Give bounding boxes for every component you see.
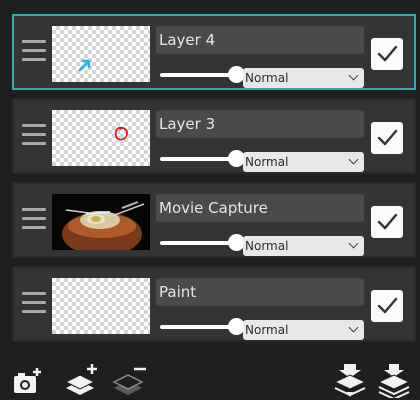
chevron-down-icon — [348, 154, 359, 165]
blend-mode-select[interactable]: Normal — [243, 68, 364, 88]
checkmark-icon — [377, 45, 398, 62]
flatten-layers-icon — [377, 364, 411, 398]
layers-panel: Layer 4 Normal Layer 3 Normal Movie Capt… — [0, 0, 420, 400]
blend-mode-value: Normal — [245, 71, 289, 85]
drag-handle-icon[interactable] — [22, 208, 46, 230]
layer-row-movie-capture[interactable]: Movie Capture Normal — [12, 182, 416, 258]
layer-list: Layer 4 Normal Layer 3 Normal Movie Capt… — [0, 0, 420, 360]
layer-name-field[interactable]: Layer 3 — [156, 110, 364, 138]
checkmark-icon — [377, 297, 398, 314]
layer-toolbar — [0, 360, 420, 400]
layer-thumbnail[interactable] — [52, 26, 150, 82]
opacity-slider[interactable] — [160, 66, 245, 84]
remove-layer-icon — [112, 367, 146, 395]
slider-track — [160, 325, 236, 329]
add-layer-button[interactable] — [64, 362, 100, 398]
layer-thumbnail[interactable] — [52, 110, 150, 166]
blend-mode-value: Normal — [245, 155, 289, 169]
add-layer-icon — [64, 364, 97, 395]
opacity-slider[interactable] — [160, 318, 245, 336]
chevron-down-icon — [348, 322, 359, 333]
camera-add-icon — [14, 368, 41, 393]
layer-thumbnail[interactable] — [52, 278, 150, 334]
blend-mode-value: Normal — [245, 323, 289, 337]
layer-thumbnail[interactable] — [52, 194, 150, 250]
opacity-slider[interactable] — [160, 234, 245, 252]
layer-row-layer-3[interactable]: Layer 3 Normal — [12, 98, 416, 174]
drag-handle-icon[interactable] — [22, 124, 46, 146]
video-frame-thumbnail — [52, 194, 150, 250]
slider-track — [160, 241, 236, 245]
merge-down-button[interactable] — [332, 362, 368, 398]
layer-name-field[interactable]: Paint — [156, 278, 364, 306]
opacity-slider[interactable] — [160, 150, 245, 168]
visibility-checkbox[interactable] — [371, 122, 403, 154]
slider-track — [160, 73, 236, 77]
merge-down-icon — [333, 364, 367, 397]
checkmark-icon — [377, 129, 398, 146]
slider-track — [160, 157, 236, 161]
remove-layer-button[interactable] — [112, 362, 148, 398]
drag-handle-icon[interactable] — [22, 40, 46, 62]
blend-mode-select[interactable]: Normal — [243, 320, 364, 340]
chevron-down-icon — [348, 70, 359, 81]
visibility-checkbox[interactable] — [371, 290, 403, 322]
visibility-checkbox[interactable] — [371, 206, 403, 238]
flatten-layers-button[interactable] — [376, 362, 412, 398]
chevron-down-icon — [348, 238, 359, 249]
visibility-checkbox[interactable] — [371, 38, 403, 70]
camera-add-button[interactable] — [10, 362, 46, 398]
layer-row-layer-4[interactable]: Layer 4 Normal — [12, 14, 416, 90]
blend-mode-select[interactable]: Normal — [243, 152, 364, 172]
layer-row-paint[interactable]: Paint Normal — [12, 266, 416, 342]
layer-name-field[interactable]: Movie Capture — [156, 194, 364, 222]
arrow-stroke-icon — [78, 59, 91, 72]
blend-mode-select[interactable]: Normal — [243, 236, 364, 256]
layer-name-field[interactable]: Layer 4 — [156, 26, 364, 54]
checkmark-icon — [377, 213, 398, 230]
drag-handle-icon[interactable] — [22, 292, 46, 314]
blend-mode-value: Normal — [245, 239, 289, 253]
red-circle-stroke-icon — [114, 126, 128, 141]
